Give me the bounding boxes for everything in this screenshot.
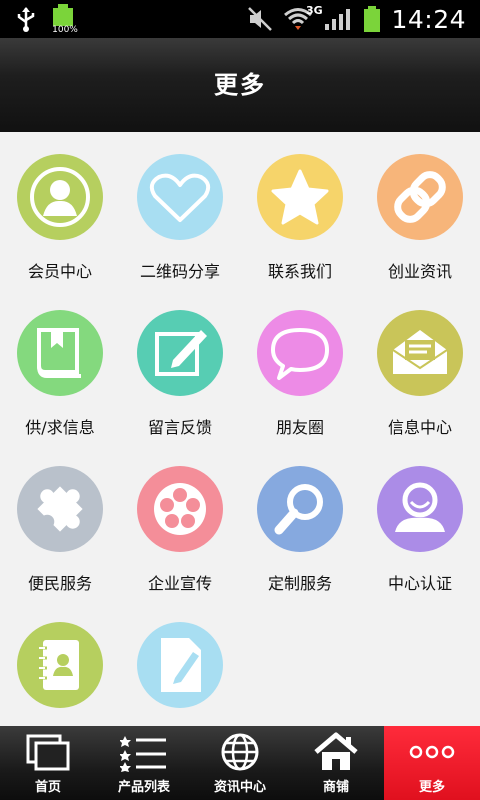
magnifier-icon xyxy=(257,466,343,552)
grid-item-label: 会员中心 xyxy=(27,262,92,281)
grid-item-label: 朋友圈 xyxy=(275,418,324,437)
battery-percent: 100% xyxy=(52,25,78,35)
tab-shop[interactable]: 商铺 xyxy=(288,726,384,800)
tab-product-list[interactable]: 产品列表 xyxy=(96,726,192,800)
grid-item-label: 信息中心 xyxy=(387,418,452,437)
grid-item-feedback[interactable]: 留言反馈 xyxy=(120,288,240,444)
grid-item-label: 二维码分享 xyxy=(139,262,220,281)
grid-item-custom-services[interactable]: 定制服务 xyxy=(240,444,360,600)
link-icon xyxy=(377,154,463,240)
grid-item-label: 定制服务 xyxy=(267,574,332,593)
puzzle-icon xyxy=(17,466,103,552)
home-icon xyxy=(314,732,358,770)
network-type: 3G xyxy=(306,4,323,17)
star-icon xyxy=(257,154,343,240)
grid-item-label: 联系我们 xyxy=(267,262,332,281)
grid-item-moments[interactable]: 朋友圈 xyxy=(240,288,360,444)
book-icon xyxy=(17,310,103,396)
battery-icon: 100% xyxy=(50,4,78,35)
grid-item-label: 企业宣传 xyxy=(147,574,212,593)
usb-icon xyxy=(17,7,35,32)
grid-item-label: 供/求信息 xyxy=(25,418,95,437)
tab-more[interactable]: 更多 xyxy=(384,726,480,800)
status-bar: 100% 14:24 3G xyxy=(0,0,480,38)
contacts-book-icon xyxy=(17,622,103,708)
grid-item-qrcode-share[interactable]: 二维码分享 xyxy=(120,132,240,288)
grid-item-corporate-promo[interactable]: 企业宣传 xyxy=(120,444,240,600)
edit-icon xyxy=(137,310,223,396)
page-title: 更多 xyxy=(214,71,266,99)
windows-icon xyxy=(26,734,70,771)
grid-item-label: 便民服务 xyxy=(27,574,92,593)
battery-icon xyxy=(364,6,381,32)
member-icon xyxy=(17,154,103,240)
grid-item-label: 中心认证 xyxy=(387,574,452,593)
feature-grid: 会员中心 二维码分享 联系我们 创业资讯 供/求信息 留言反馈 朋友圈 信息中心… xyxy=(0,132,480,726)
film-reel-icon xyxy=(137,466,223,552)
globe-icon xyxy=(221,733,259,771)
grid-item-convenience-services[interactable]: 便民服务 xyxy=(0,444,120,600)
tab-label: 产品列表 xyxy=(117,780,170,795)
tab-news-center[interactable]: 资讯中心 xyxy=(192,726,288,800)
grid-item-label: 留言反馈 xyxy=(147,418,212,437)
grid-item-info-center[interactable]: 信息中心 xyxy=(360,288,480,444)
mail-icon xyxy=(377,310,463,396)
list-icon xyxy=(120,736,166,772)
tab-label: 资讯中心 xyxy=(213,780,266,795)
chat-bubble-icon xyxy=(257,310,343,396)
more-icon xyxy=(409,745,455,759)
bottom-tab-bar: 首页 产品列表 资讯中心 商铺 更多 xyxy=(0,726,480,800)
title-bar: 更多 xyxy=(0,38,480,132)
grid-item-supply-demand[interactable]: 供/求信息 xyxy=(0,288,120,444)
tab-label: 首页 xyxy=(34,780,61,795)
signal-icon xyxy=(325,9,351,30)
grid-item-center-certification[interactable]: 中心认证 xyxy=(360,444,480,600)
tab-label: 更多 xyxy=(418,780,445,795)
heart-icon xyxy=(137,154,223,240)
clock: 14:24 xyxy=(391,4,466,34)
tab-label: 商铺 xyxy=(322,780,349,795)
tab-home[interactable]: 首页 xyxy=(0,726,96,800)
grid-item-contact-us[interactable]: 联系我们 xyxy=(240,132,360,288)
user-icon xyxy=(377,466,463,552)
mute-icon xyxy=(248,7,273,31)
grid-item-label: 创业资讯 xyxy=(387,262,452,281)
document-edit-icon xyxy=(137,622,223,708)
grid-item-startup-news[interactable]: 创业资讯 xyxy=(360,132,480,288)
grid-item-member-center[interactable]: 会员中心 xyxy=(0,132,120,288)
